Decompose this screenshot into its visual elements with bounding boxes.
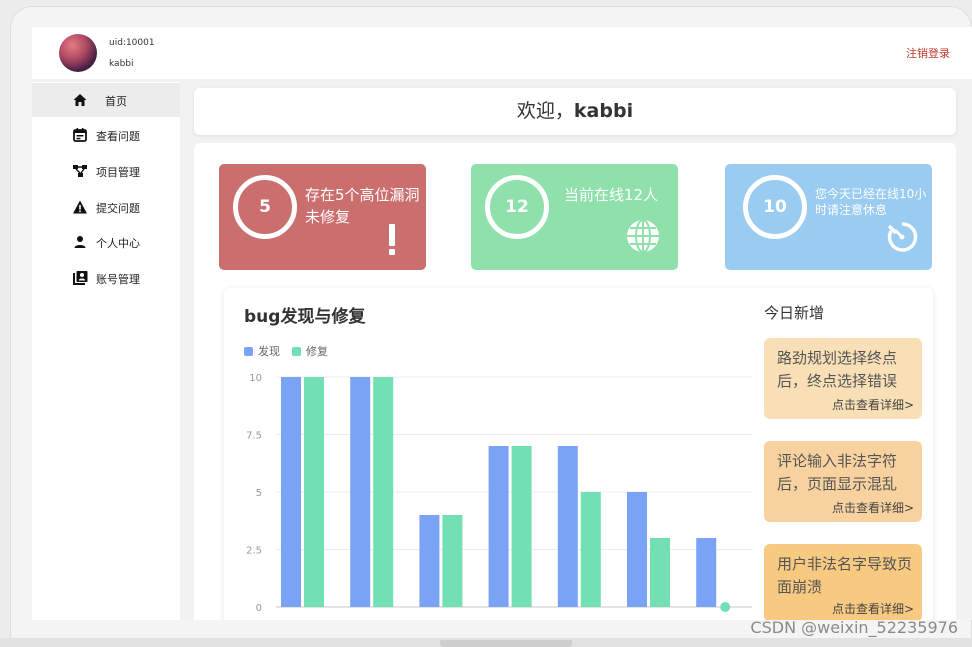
device-notch — [440, 640, 572, 647]
bar-fixed — [580, 492, 601, 607]
user-id: uid:10001 — [109, 38, 155, 48]
sidebar-item-profile[interactable]: 个人中心 — [32, 225, 180, 259]
sidebar-item-label: 个人中心 — [96, 237, 140, 250]
sidebar-item-label: 首页 — [105, 95, 127, 108]
warning-icon — [73, 200, 87, 214]
bar-found — [627, 492, 647, 607]
bug-stats-panel: bug发现与修复 发现 修复 0 2.5 5 7.5 10 今日新增 路劲规划选择终点后，… — [224, 288, 933, 620]
stat-value: 5 — [233, 175, 297, 239]
timer-icon — [887, 222, 918, 252]
home-icon — [73, 94, 87, 106]
issue-text: 路劲规划选择终点后，终点选择错误 — [777, 349, 898, 390]
hierarchy-icon — [73, 165, 87, 177]
sidebar: 首页 查看问题 项目管理 提交问题 个人中心 账号管理 — [32, 82, 180, 620]
stat-card-online[interactable]: 12 当前在线12人 — [471, 164, 678, 270]
calendar-icon — [73, 128, 87, 142]
sidebar-item-submit-issue[interactable]: 提交问题 — [32, 190, 180, 224]
top-bar: uid:10001 kabbi 注销登录 — [32, 27, 972, 79]
bar-fixed — [304, 377, 324, 607]
stat-value: 12 — [485, 175, 549, 239]
person-icon — [74, 236, 86, 248]
sidebar-item-label: 项目管理 — [96, 166, 140, 179]
welcome-user-name: kabbi — [573, 100, 634, 122]
stat-card-online-time[interactable]: 10 您今天已经在线10小时请注意休息 — [725, 164, 932, 270]
stat-text: 您今天已经在线10小时请注意休息 — [815, 187, 927, 217]
app-screen: uid:10001 kabbi 注销登录 首页 查看问题 项目管理 提交问题 个… — [32, 27, 972, 620]
user-name: kabbi — [109, 59, 134, 69]
bar-found — [557, 446, 578, 607]
y-tick-label: 10 — [249, 373, 262, 384]
bar-found — [419, 515, 440, 607]
y-tick-label: 2.5 — [246, 546, 262, 557]
sidebar-item-label: 账号管理 — [96, 273, 140, 286]
sidebar-item-account[interactable]: 账号管理 — [32, 261, 180, 295]
stat-text: 存在5个高位漏洞未修复 — [305, 186, 420, 226]
bar-fixed-zero-marker — [720, 602, 731, 612]
bar-fixed — [511, 446, 532, 607]
bar-fixed — [373, 377, 394, 607]
sidebar-item-label: 提交问题 — [96, 202, 140, 215]
account-box-icon — [73, 271, 88, 285]
issue-card[interactable]: 评论输入非法字符后，页面显示混乱 点击查看详细> — [764, 441, 922, 522]
globe-icon — [627, 219, 659, 253]
bar-found — [350, 377, 371, 607]
watermark: CSDN @weixin_52235976 — [750, 618, 958, 637]
exclamation-icon — [389, 224, 395, 255]
y-tick-label: 7.5 — [246, 431, 262, 442]
sidebar-item-home[interactable]: 首页 — [32, 83, 180, 117]
bar-found — [696, 538, 717, 607]
issue-detail-link[interactable]: 点击查看详细> — [832, 396, 914, 413]
stat-card-vulnerabilities[interactable]: 5 存在5个高位漏洞未修复 — [219, 164, 426, 270]
issue-detail-link[interactable]: 点击查看详细> — [832, 499, 914, 516]
bar-fixed — [650, 538, 670, 607]
y-tick-label: 5 — [256, 488, 262, 499]
stat-value: 10 — [743, 175, 807, 239]
welcome-prefix: 欢迎， — [516, 100, 574, 122]
bar-fixed — [442, 515, 463, 607]
issue-text: 评论输入非法字符后，页面显示混乱 — [777, 452, 898, 493]
today-new-title: 今日新增 — [764, 304, 825, 322]
sidebar-item-projects[interactable]: 项目管理 — [32, 154, 180, 188]
y-tick-label: 0 — [256, 603, 262, 614]
bar-found — [488, 446, 509, 607]
issue-detail-link[interactable]: 点击查看详细> — [832, 600, 914, 617]
logout-link[interactable]: 注销登录 — [906, 45, 950, 61]
welcome-banner: 欢迎，kabbi — [194, 88, 956, 135]
sidebar-item-view-issues[interactable]: 查看问题 — [32, 118, 180, 152]
issue-card[interactable]: 用户非法名字导致页面崩溃 点击查看详细> — [764, 544, 922, 620]
issue-card[interactable]: 路劲规划选择终点后，终点选择错误 点击查看详细> — [764, 338, 922, 419]
issue-text: 用户非法名字导致页面崩溃 — [777, 555, 913, 596]
sidebar-item-label: 查看问题 — [96, 130, 140, 143]
stat-text: 当前在线12人 — [564, 186, 659, 204]
avatar[interactable] — [59, 34, 97, 72]
bar-found — [281, 377, 301, 607]
